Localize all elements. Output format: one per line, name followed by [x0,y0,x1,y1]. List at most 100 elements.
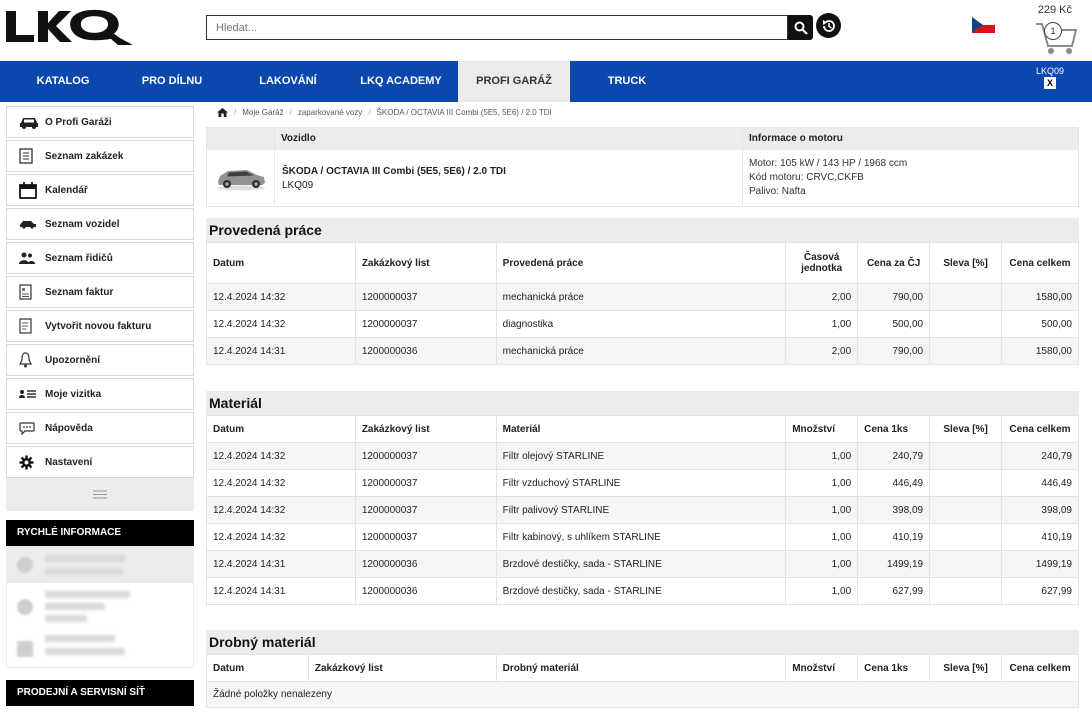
gear-icon [19,454,41,470]
engine-motor: Motor: 105 kW / 143 HP / 1968 ccm [749,158,908,169]
table-cell: 1200000037 [354,310,497,338]
table-cell: 790,00 [857,337,931,365]
table-cell: 1200000036 [354,550,497,578]
table-cell: 790,00 [857,283,931,311]
table-cell: 12.4.2024 14:32 [206,283,356,311]
empty-message: Žádné položky nenalezeny [206,681,1079,708]
table-cell: 12.4.2024 14:32 [206,496,356,524]
search-icon [794,21,808,35]
table-cell: 500,00 [857,310,931,338]
engine-code: Kód motoru: CRVC,CKFB [749,172,864,183]
column-header: Cena 1ks [857,654,931,682]
czech-flag-icon[interactable] [972,17,995,33]
table-cell: 12.4.2024 14:32 [206,469,356,497]
nav-profi-garaz[interactable]: PROFI GARÁŽ [458,61,570,102]
network-title: PRODEJNÍ A SERVISNÍ SÍŤ [6,680,194,706]
car-side-icon [19,216,41,232]
table-row: 12.4.2024 14:32 1200000037 Filtr palivov… [206,496,1079,524]
table-cell [929,337,1003,365]
table-cell: 12.4.2024 14:31 [206,337,356,365]
sidebar-item-vytvorit-fakturu[interactable]: Vytvořit novou fakturu [6,310,194,342]
search-field[interactable] [206,15,788,40]
table-cell: 1,00 [785,523,859,551]
nav-pro-dilnu[interactable]: PRO DÍLNU [127,61,217,102]
table-cell: 1200000037 [354,283,497,311]
column-header: Množství [785,654,859,682]
breadcrumb-item: ŠKODA / OCTAVIA III Combi (5E5, 5E6) / 2… [376,107,552,117]
sidebar-item-kalendar[interactable]: Kalendář [6,174,194,206]
table-cell: 446,49 [857,469,931,497]
material-table: Datum Zakázkový list Materiál Množství C… [206,415,1079,605]
sidebar-item-label: Nápověda [45,422,93,434]
lkq-logo[interactable] [6,9,134,45]
table-cell: 12.4.2024 14:32 [206,523,356,551]
table-cell: mechanická práce [495,283,787,311]
table-cell: 12.4.2024 14:32 [206,310,356,338]
search-button[interactable] [788,15,813,40]
table-cell: 1,00 [785,469,859,497]
column-header: Datum [206,242,356,284]
column-header: Sleva [%] [929,415,1003,443]
vehicle-name: ŠKODA / OCTAVIA III Combi (5E5, 5E6) / 2… [282,166,506,177]
table-cell [929,523,1003,551]
table-cell [929,469,1003,497]
sidebar-item-seznam-zakazek[interactable]: Seznam zakázek [6,140,194,172]
user-code: LKQ09 [1035,66,1065,76]
breadcrumb-item[interactable]: zaparkované vozy [298,108,362,117]
column-header: Materiál [495,415,787,443]
table-row: 12.4.2024 14:32 1200000037 diagnostika 1… [206,310,1079,338]
table-cell: 1,00 [785,496,859,524]
nav-truck[interactable]: TRUCK [582,61,672,102]
avatar [17,557,33,573]
car-image [217,170,265,191]
column-header: Datum [206,654,309,682]
table-cell: 1499,19 [1001,550,1079,578]
table-row: 12.4.2024 14:31 1200000036 Brzdové desti… [206,577,1079,605]
table-cell: Filtr olejový STARLINE [495,442,787,470]
sidebar-item-label: Kalendář [45,184,88,196]
work-table: Datum Zakázkový list Provedená práce Čas… [206,242,1079,365]
sidebar-item-seznam-faktur[interactable]: Seznam faktur [6,276,194,308]
table-cell: 1200000036 [354,577,497,605]
calendar-icon [19,181,41,199]
sidebar-item-napoveda[interactable]: Nápověda [6,412,194,444]
table-cell: 1499,19 [857,550,931,578]
home-icon[interactable] [217,107,228,117]
table-cell [929,496,1003,524]
sidebar-collapse-button[interactable] [6,478,194,511]
column-header: Cena celkem [1001,242,1079,284]
sidebar-item-label: Seznam faktur [45,286,114,298]
table-cell: 1200000037 [354,469,497,497]
list-icon [19,148,41,164]
nav-katalog[interactable]: KATALOG [18,61,108,102]
sidebar-item-seznam-ridicu[interactable]: Seznam řidičů [6,242,194,274]
engine-fuel: Palivo: Nafta [749,186,806,197]
table-cell: diagnostika [495,310,787,338]
column-header: Drobný materiál [495,654,787,682]
users-icon [19,250,41,266]
empty-row: Žádné položky nenalezeny [206,681,1079,708]
table-cell: 12.4.2024 14:32 [206,442,356,470]
history-button[interactable] [816,13,841,38]
table-cell: 398,09 [1001,496,1079,524]
sidebar-item-o-profi-garazi[interactable]: O Profi Garáži [6,106,194,138]
table-cell [929,442,1003,470]
breadcrumb-item[interactable]: Moje Garáž [242,108,283,117]
sidebar-item-nastaveni[interactable]: Nastavení [6,446,194,478]
logout-button[interactable]: X [1044,77,1056,89]
sidebar-item-label: Nastavení [45,456,93,468]
table-cell: Brzdové destičky, sada - STARLINE [495,550,787,578]
search-input[interactable] [207,16,787,39]
table-cell: 1200000037 [354,496,497,524]
quick-info-panel [6,546,194,668]
nav-lkq-academy[interactable]: LKQ ACADEMY [350,61,452,102]
table-cell [929,310,1003,338]
header: 229 Kč 1 [0,0,1092,61]
material-section-title: Materiál [206,391,1079,415]
sidebar-item-moje-vizitka[interactable]: Moje vizitka [6,378,194,410]
nav-lakovani[interactable]: LAKOVÁNÍ [243,61,333,102]
sidebar-item-seznam-vozidel[interactable]: Seznam vozidel [6,208,194,240]
sidebar-item-label: Moje vizitka [45,388,102,400]
table-cell: Filtr vzduchový STARLINE [495,469,787,497]
sidebar-item-upozorneni[interactable]: Upozornění [6,344,194,376]
